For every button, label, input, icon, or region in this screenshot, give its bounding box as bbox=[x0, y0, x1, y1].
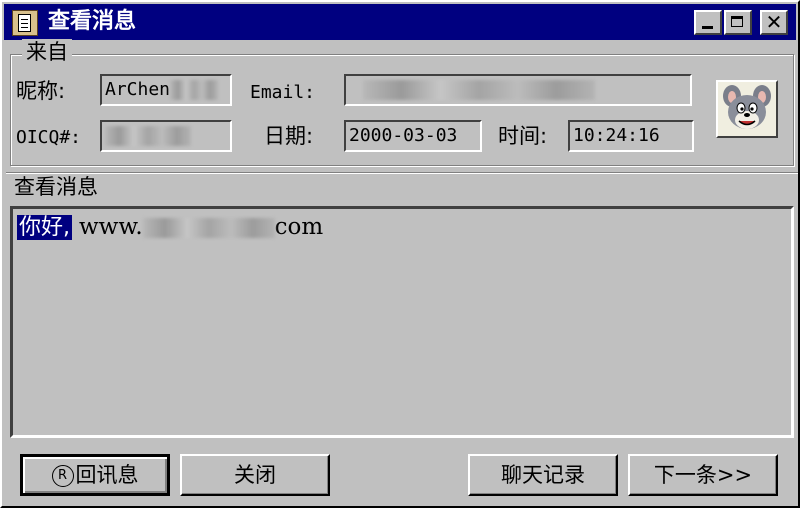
message-line: 你好, www. com bbox=[17, 213, 323, 242]
nickname-field[interactable]: ArChen bbox=[100, 74, 232, 106]
time-value: 10:24:16 bbox=[573, 125, 660, 146]
message-section-label: 查看消息 bbox=[14, 175, 98, 199]
chat-history-label: 聊天记录 bbox=[501, 463, 585, 487]
email-field[interactable] bbox=[344, 74, 692, 106]
redacted-email bbox=[363, 80, 595, 100]
title-bar[interactable]: 查看消息 ✕ bbox=[4, 4, 796, 40]
chat-history-button[interactable]: 聊天记录 bbox=[468, 454, 618, 496]
redacted-number bbox=[105, 126, 191, 146]
oicq-label: OICQ#: bbox=[16, 127, 82, 148]
date-value: 2000-03-03 bbox=[349, 125, 458, 146]
nickname-label: 昵称: bbox=[16, 79, 66, 103]
oicq-number-field[interactable] bbox=[100, 120, 232, 152]
url-prefix: www. bbox=[79, 214, 143, 240]
close-button[interactable]: 关闭 bbox=[180, 454, 330, 496]
message-window: 查看消息 ✕ 来自 昵称: ArChen Email: OICQ#: 日期: 2… bbox=[0, 0, 800, 508]
minimize-button[interactable] bbox=[694, 10, 722, 35]
close-window-button[interactable]: ✕ bbox=[760, 10, 788, 35]
reply-button-label: 回讯息 bbox=[75, 463, 139, 487]
reply-button[interactable]: R 回讯息 bbox=[20, 454, 170, 496]
time-field[interactable]: 10:24:16 bbox=[568, 120, 694, 152]
message-text-area[interactable]: 你好, www. com bbox=[10, 206, 794, 438]
notepad-icon bbox=[12, 10, 38, 36]
selected-text: 你好, bbox=[17, 215, 72, 240]
redacted-text bbox=[170, 80, 219, 100]
maximize-button[interactable] bbox=[724, 10, 752, 35]
window-title: 查看消息 bbox=[48, 9, 137, 34]
date-field[interactable]: 2000-03-03 bbox=[344, 120, 482, 152]
close-icon: ✕ bbox=[765, 10, 783, 34]
email-label: Email: bbox=[250, 82, 316, 103]
sender-group-label: 来自 bbox=[22, 39, 72, 65]
next-message-label: 下一条>> bbox=[653, 463, 753, 487]
reply-hotkey: R bbox=[51, 465, 74, 487]
date-label: 日期: bbox=[264, 124, 314, 148]
next-message-button[interactable]: 下一条>> bbox=[628, 454, 778, 496]
separator bbox=[6, 172, 798, 174]
sender-avatar bbox=[716, 80, 778, 138]
time-label: 时间: bbox=[498, 124, 548, 148]
redacted-url bbox=[142, 218, 275, 238]
close-button-label: 关闭 bbox=[234, 463, 276, 487]
maximize-icon bbox=[731, 16, 743, 27]
url-suffix: com bbox=[274, 214, 324, 240]
cartoon-cat-avatar bbox=[723, 85, 771, 129]
nickname-value: ArChen bbox=[105, 79, 171, 100]
minimize-icon bbox=[702, 26, 713, 29]
